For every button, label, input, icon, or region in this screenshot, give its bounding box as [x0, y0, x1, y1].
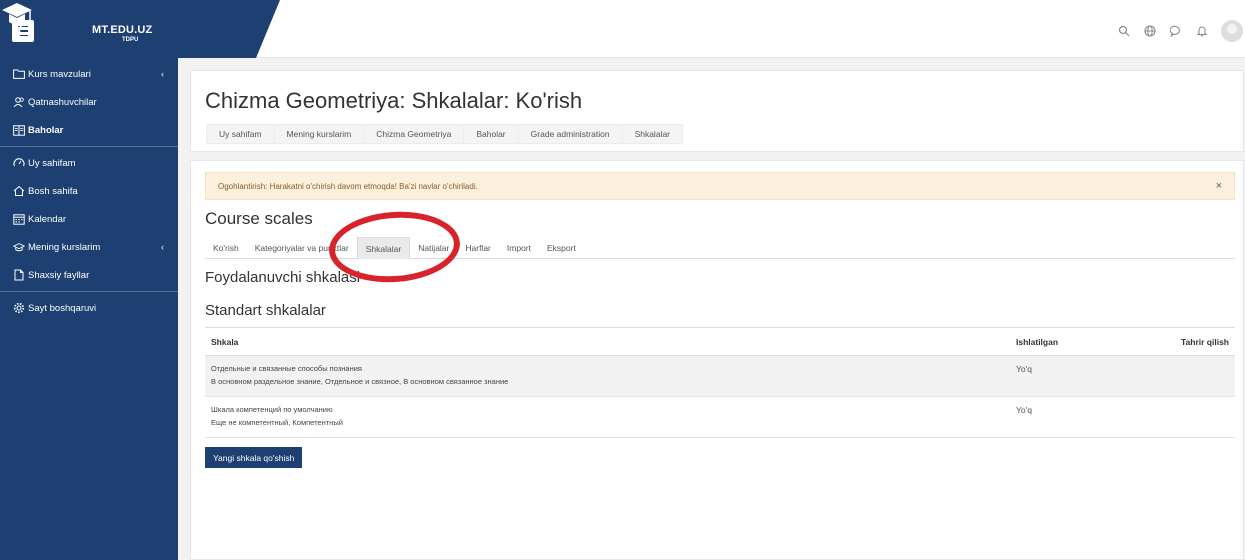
breadcrumb-item-grade-administration[interactable]: Grade administration [517, 124, 623, 144]
graduation-cap-icon [13, 241, 25, 253]
main-region: Chizma Geometriya: Shkalalar: Ko'rish Uy… [178, 58, 1245, 560]
alert-text: Ogohlantirish: Harakatni o'chirish davom… [218, 181, 478, 191]
column-header-tahrir: Tahrir qilish [1135, 327, 1235, 356]
breadcrumb-item-uy-sahifam[interactable]: Uy sahifam [206, 124, 275, 144]
search-icon[interactable] [1117, 24, 1131, 38]
top-navbar: MT.EDU.UZ TDPU [0, 0, 1245, 58]
sidebar-divider [0, 291, 178, 292]
scale-name: Отдельные и связанные способы познания [211, 364, 362, 373]
sidebar-item-sayt-boshqaruvi[interactable]: Sayt boshqaruvi [0, 294, 178, 322]
tab-eksport[interactable]: Eksport [539, 237, 584, 259]
folder-icon [13, 68, 25, 80]
page-title: Chizma Geometriya: Shkalalar: Ko'rish [205, 88, 583, 113]
chevron-left-icon: ‹ [161, 242, 164, 252]
tab-natijalar[interactable]: Natijalar [410, 237, 457, 259]
table-header-row: Shkala Ishlatilgan Tahrir qilish [205, 327, 1235, 356]
chevron-left-icon: ‹ [161, 69, 164, 79]
table-row: Отдельные и связанные способы познания В… [205, 355, 1235, 397]
sidebar-item-kurs-mavzulari[interactable]: Kurs mavzulari ‹ [0, 60, 178, 88]
users-icon [13, 96, 25, 108]
scale-cell: Шкала компетенций по умолчанию Еще не ко… [205, 396, 1010, 438]
sidebar-item-label: Bosh sahifa [28, 185, 78, 197]
sidebar-item-label: Qatnashuvchilar [28, 96, 97, 108]
used-value: Yo'q [1016, 405, 1032, 415]
section-title: Course scales [205, 209, 313, 228]
sidebar-item-baholar[interactable]: Baholar [0, 116, 178, 144]
dashboard-icon [13, 157, 25, 169]
gear-icon [13, 302, 25, 314]
content-card: Ogohlantirish: Harakatni o'chirish davom… [190, 160, 1244, 560]
globe-icon[interactable] [1143, 24, 1157, 38]
column-header-ishlatilgan: Ishlatilgan [1010, 327, 1135, 356]
sidebar-item-mening-kurslarim[interactable]: Mening kurslarim ‹ [0, 233, 178, 261]
scale-items: В основном раздельное знание, Отдельное … [211, 377, 509, 386]
tab-import[interactable]: Import [499, 237, 539, 259]
sidebar-item-label: Shaxsiy fayllar [28, 269, 90, 281]
breadcrumb-item-mening-kurslarim[interactable]: Mening kurslarim [273, 124, 365, 144]
used-cell: Yo'q [1010, 355, 1135, 397]
sidebar-item-shaxsiy-fayllar[interactable]: Shaxsiy fayllar [0, 261, 178, 289]
table-row: Шкала компетенций по умолчанию Еще не ко… [205, 396, 1235, 438]
tab-shkalalar[interactable]: Shkalalar [356, 237, 411, 259]
scale-items: Еще не компетентный, Компетентный [211, 418, 343, 427]
tab-harflar[interactable]: Harflar [457, 237, 499, 259]
breadcrumb-item-chizma-geometriya[interactable]: Chizma Geometriya [363, 124, 465, 144]
close-icon[interactable]: × [1216, 180, 1222, 192]
chat-icon[interactable] [1169, 24, 1183, 38]
add-scale-button[interactable]: Yangi shkala qo'shish [205, 447, 303, 468]
sidebar-item-qatnashuvchilar[interactable]: Qatnashuvchilar [0, 88, 178, 116]
tab-korish[interactable]: Ko'rish [205, 237, 247, 259]
breadcrumb: Uy sahifam Mening kurslarim Chizma Geome… [206, 124, 683, 144]
sidebar-item-label: Baholar [28, 124, 64, 136]
standard-scales-heading: Standart shkalalar [205, 302, 326, 319]
used-cell: Yo'q [1010, 396, 1135, 438]
sidebar-item-uy-sahifam[interactable]: Uy sahifam [0, 149, 178, 177]
calendar-icon [13, 213, 25, 225]
scale-name: Шкала компетенций по умолчанию [211, 405, 333, 414]
file-icon [13, 269, 25, 281]
breadcrumb-item-baholar[interactable]: Baholar [463, 124, 519, 144]
edit-cell [1135, 396, 1235, 438]
edit-cell [1135, 355, 1235, 397]
home-icon [13, 185, 25, 197]
bell-icon[interactable] [1195, 24, 1209, 38]
sidebar-item-label: Uy sahifam [28, 157, 76, 169]
sidebar-item-kalendar[interactable]: Kalendar [0, 205, 178, 233]
sidebar-item-bosh-sahifa[interactable]: Bosh sahifa [0, 177, 178, 205]
scales-table: Shkala Ishlatilgan Tahrir qilish Отдельн… [205, 327, 1235, 438]
page-header: Chizma Geometriya: Shkalalar: Ko'rish Uy… [190, 70, 1244, 152]
warning-alert: Ogohlantirish: Harakatni o'chirish davom… [205, 172, 1235, 200]
sidebar: Kurs mavzulari ‹ Qatnashuvchilar Baholar… [0, 58, 178, 560]
custom-scales-heading: Foydalanuvchi shkalasi [205, 269, 361, 286]
sidebar-item-label: Kalendar [28, 213, 67, 225]
sidebar-divider [0, 146, 178, 147]
avatar[interactable] [1221, 20, 1243, 42]
scale-cell: Отдельные и связанные способы познания В… [205, 355, 1010, 397]
sidebar-item-label: Kurs mavzulari [28, 68, 91, 80]
brand-name: MT.EDU.UZ [92, 24, 153, 36]
used-value: Yo'q [1016, 364, 1032, 374]
breadcrumb-item-shkalalar[interactable]: Shkalalar [621, 124, 683, 144]
column-header-shkala: Shkala [205, 327, 1010, 356]
grades-icon [13, 124, 25, 136]
sidebar-item-label: Sayt boshqaruvi [28, 302, 97, 314]
sidebar-item-label: Mening kurslarim [28, 241, 101, 253]
nav-icons [1117, 20, 1245, 42]
brand-area: MT.EDU.UZ TDPU [0, 0, 280, 58]
logo-icon[interactable] [0, 0, 34, 42]
brand-subtitle: TDPU [122, 37, 139, 43]
tab-kategoriyalar[interactable]: Kategoriyalar va punktlar [247, 237, 357, 259]
tab-bar: Ko'rish Kategoriyalar va punktlar Shkala… [205, 237, 1235, 259]
